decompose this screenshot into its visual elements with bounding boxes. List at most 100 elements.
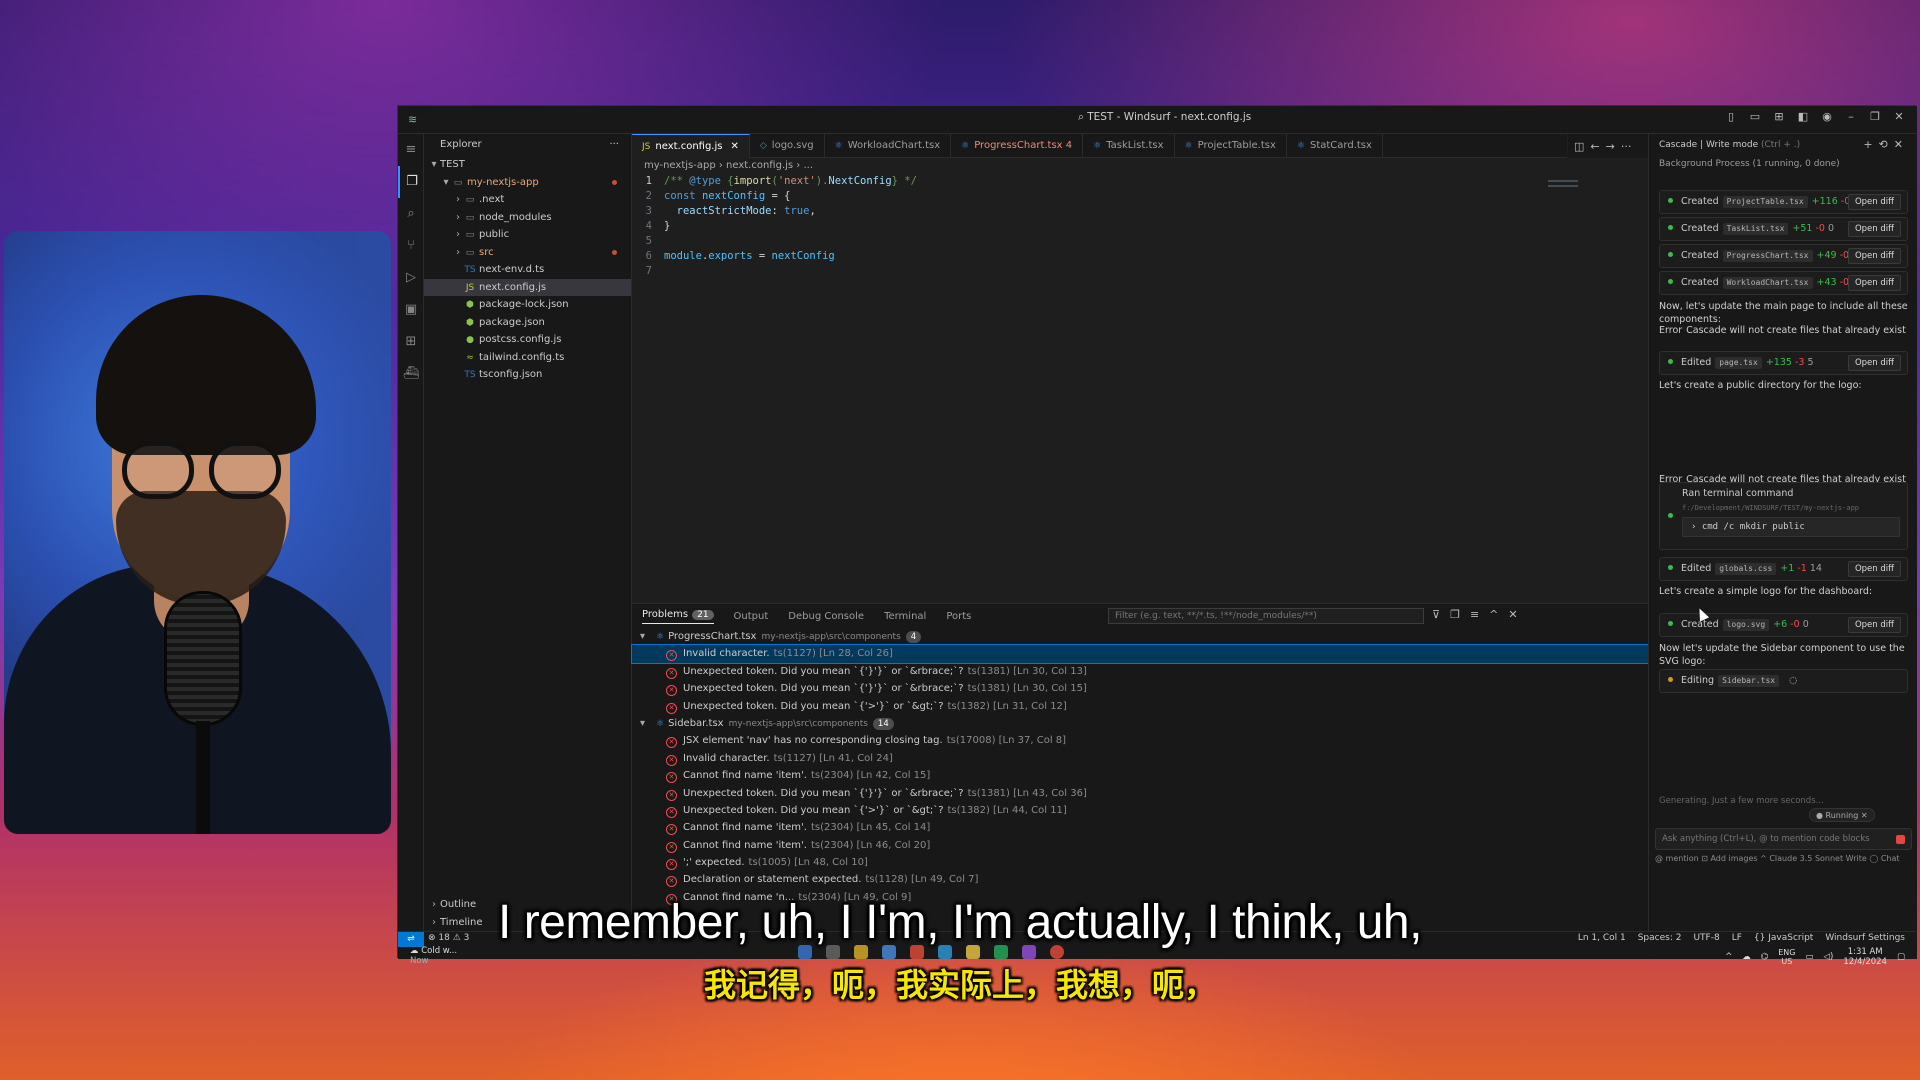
panel-tab-output[interactable]: Output xyxy=(734,611,769,622)
search-icon[interactable]: ⌕ xyxy=(398,198,424,230)
tab-logo-svg[interactable]: ◇ logo.svg xyxy=(750,134,825,158)
open-diff-button[interactable]: Open diff xyxy=(1847,275,1901,291)
error-dot xyxy=(612,249,617,255)
account-icon[interactable]: ◉ xyxy=(1819,110,1835,123)
problem-item[interactable]: ✕ Cannot find name 'item'. ts(2304) [Ln 45… xyxy=(632,819,1648,836)
lines-added: +135 xyxy=(1765,357,1792,368)
tree-item[interactable]: TS tsconfig.json xyxy=(424,366,631,384)
remote-explorer-icon[interactable]: ▣ xyxy=(398,294,424,326)
tree-item[interactable]: ● postcss.config.js xyxy=(424,331,631,349)
minimap[interactable] xyxy=(1548,180,1578,192)
go-forward-icon[interactable]: → xyxy=(1606,140,1615,153)
copy-icon[interactable]: ❐ xyxy=(1450,608,1460,621)
tree-item[interactable]: JS next.config.js xyxy=(424,278,631,296)
panel-tab-terminal[interactable]: Terminal xyxy=(884,611,926,622)
tree-item[interactable]: › ▭ node_modules xyxy=(424,209,631,227)
tab-tasklist-tsx[interactable]: ⚛ TaskList.tsx xyxy=(1083,134,1175,158)
menu-icon[interactable]: ≡ xyxy=(398,134,424,166)
problem-item[interactable]: ✕ ';' expected. ts(1005) [Ln 48, Col 10] xyxy=(632,854,1648,871)
close-panel-icon[interactable]: ✕ xyxy=(1508,608,1517,621)
breadcrumb[interactable]: my-nextjs-app › next.config.js › ... xyxy=(632,158,1648,174)
tab-statcard-tsx[interactable]: ⚛ StatCard.tsx xyxy=(1287,134,1383,158)
close-window-button[interactable]: ✕ xyxy=(1891,110,1907,123)
close-icon[interactable]: ✕ xyxy=(730,141,738,152)
cascade-message-text: Let's create a simple logo for the dashb… xyxy=(1659,586,1873,597)
tab-next-config-js[interactable]: JS next.config.js ✕ xyxy=(632,134,750,158)
maximize-button[interactable]: ❐ xyxy=(1867,110,1883,123)
search-icon: ⌕ xyxy=(1078,111,1088,123)
more-actions-icon[interactable]: ··· xyxy=(1621,140,1632,153)
view-as-list-icon[interactable]: ≡ xyxy=(1470,608,1479,621)
file-type-icon: ⚛ xyxy=(961,141,970,151)
stop-generation-button[interactable] xyxy=(1896,835,1905,844)
filter-icon[interactable]: ⊽ xyxy=(1432,608,1440,621)
cascade-toggle-icon[interactable]: ◧ xyxy=(1795,110,1811,123)
cascade-chat-input[interactable]: Ask anything (Ctrl+L), @ to mention code… xyxy=(1655,828,1912,850)
explorer-icon[interactable]: ❐ xyxy=(398,166,424,198)
workspace-root[interactable]: ▾ TEST xyxy=(424,156,631,174)
background-process-status[interactable]: Background Process (1 running, 0 done) xyxy=(1649,156,1917,172)
file-type-icon: TS xyxy=(464,265,476,275)
problem-item[interactable]: ✕ Declaration or statement expected. ts(11… xyxy=(632,871,1648,888)
run-debug-icon[interactable]: ▷ xyxy=(398,262,424,294)
problem-item[interactable]: ✕ Invalid character. ts(1127) [Ln 28, Col … xyxy=(631,644,1649,664)
tree-item[interactable]: ▾ ▭ my-nextjs-app xyxy=(424,174,631,192)
status-dot xyxy=(1668,621,1673,626)
tree-item[interactable]: › ▭ src xyxy=(424,244,631,262)
tree-item[interactable]: ⬢ package.json xyxy=(424,314,631,332)
tab-progresschart-tsx[interactable]: ⚛ ProgressChart.tsx 4 xyxy=(951,134,1084,158)
tab-projecttable-tsx[interactable]: ⚛ ProjectTable.tsx xyxy=(1175,134,1287,158)
code-line: 5 xyxy=(632,234,1648,249)
open-diff-button[interactable]: Open diff xyxy=(1847,617,1901,633)
tree-item[interactable]: › ▭ public xyxy=(424,226,631,244)
problem-item[interactable]: ✕ Unexpected token. Did you mean `{'}'}` … xyxy=(632,663,1648,680)
source-control-icon[interactable]: ⑂ xyxy=(398,230,424,262)
problem-item[interactable]: ✕ Unexpected token. Did you mean `{'>'}` … xyxy=(632,698,1648,715)
problem-message: Declaration or statement expected. xyxy=(683,874,862,886)
problems-filter-input[interactable]: Filter (e.g. text, **/*.ts, !**/node_mod… xyxy=(1108,608,1424,624)
card-file-name: Sidebar.tsx xyxy=(1718,675,1780,687)
panel-tab-ports[interactable]: Ports xyxy=(946,611,971,622)
layout-icon[interactable]: ⊞ xyxy=(1771,110,1787,123)
more-actions-icon[interactable]: ··· xyxy=(609,134,619,156)
tree-item[interactable]: ≈ tailwind.config.ts xyxy=(424,349,631,367)
open-diff-button[interactable]: Open diff xyxy=(1847,355,1901,371)
maximize-panel-icon[interactable]: ^ xyxy=(1489,608,1498,621)
open-diff-button[interactable]: Open diff xyxy=(1847,248,1901,264)
tree-item[interactable]: ⬢ package-lock.json xyxy=(424,296,631,314)
code-token: = xyxy=(752,250,772,262)
go-back-icon[interactable]: ← xyxy=(1590,140,1599,153)
cascade-input-footer[interactable]: @ mention ⊡ Add images ^ Claude 3.5 Sonn… xyxy=(1655,854,1912,863)
problem-item[interactable]: ✕ Unexpected token. Did you mean `{'}'}` … xyxy=(632,680,1648,697)
open-diff-button[interactable]: Open diff xyxy=(1847,221,1901,237)
problem-file-group[interactable]: ▾ ⚛ ProgressChart.tsx my-nextjs-app\src\com… xyxy=(632,628,1648,645)
problem-file-group[interactable]: ▾ ⚛ Sidebar.tsx my-nextjs-app\src\component… xyxy=(632,715,1648,732)
editor-tab-actions: ◫ ← → ··· xyxy=(1568,134,1648,158)
problem-item[interactable]: ✕ JSX element 'nav' has no corresponding … xyxy=(632,732,1648,749)
problem-item[interactable]: ✕ Unexpected token. Did you mean `{'>'}` … xyxy=(632,802,1648,819)
cascade-header-actions[interactable]: +⟲✕ xyxy=(1863,134,1909,156)
tab-workloadchart-tsx[interactable]: ⚛ WorkloadChart.tsx xyxy=(825,134,952,158)
tree-item[interactable]: › ▭ .next xyxy=(424,191,631,209)
minimize-button[interactable]: – xyxy=(1843,110,1859,123)
error-label: Error xyxy=(1659,325,1683,336)
panel-tab-problems[interactable]: Problems 21 xyxy=(642,609,714,624)
panel-tab-debug-console[interactable]: Debug Console xyxy=(788,611,864,622)
problem-file-path: my-nextjs-app\src\components xyxy=(761,632,901,642)
toggle-panel-icon[interactable]: ▭ xyxy=(1747,110,1763,123)
tree-item[interactable]: TS next-env.d.ts xyxy=(424,261,631,279)
open-diff-button[interactable]: Open diff xyxy=(1847,561,1901,577)
extensions-icon[interactable]: ⊞ xyxy=(398,326,424,358)
problem-message: Invalid character. xyxy=(683,648,770,660)
code-editor[interactable]: 1/** @type {import('next').NextConfig} *… xyxy=(632,174,1648,594)
running-badge[interactable]: ● Running ✕ xyxy=(1809,808,1875,822)
open-diff-button[interactable]: Open diff xyxy=(1847,194,1901,210)
problem-item[interactable]: ✕ Invalid character. ts(1127) [Ln 41, Col … xyxy=(632,750,1648,767)
problem-item[interactable]: ✕ Unexpected token. Did you mean `{'}'}` … xyxy=(632,785,1648,802)
problem-item[interactable]: ✕ Cannot find name 'item'. ts(2304) [Ln 42… xyxy=(632,767,1648,784)
toggle-sidebar-icon[interactable]: ▯ xyxy=(1723,110,1739,123)
problem-item[interactable]: ✕ Cannot find name 'item'. ts(2304) [Ln 46… xyxy=(632,837,1648,854)
docker-icon[interactable]: ⛴ xyxy=(398,358,424,390)
command-center[interactable]: ⌕ TEST - Windsurf - next.config.js xyxy=(1078,111,1251,129)
split-editor-icon[interactable]: ◫ xyxy=(1574,140,1584,153)
